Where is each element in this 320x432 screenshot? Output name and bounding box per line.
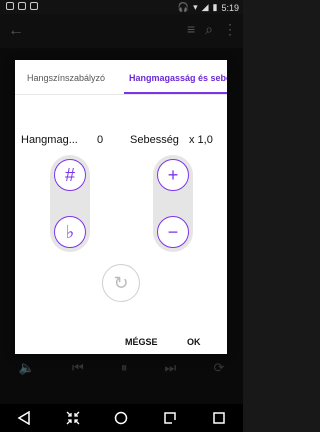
navigation-bar: [0, 404, 243, 432]
status-bar: 🎧 ▾ ◢ ▮ 5:19: [0, 0, 243, 14]
pitch-down-button[interactable]: ♭: [54, 216, 86, 248]
minus-icon: −: [167, 221, 179, 242]
collapse-nav-button[interactable]: [64, 409, 82, 427]
home-circle-icon: [115, 411, 128, 425]
sharp-icon: #: [64, 164, 75, 185]
tab-indicator: [124, 92, 227, 94]
battery-icon: ▮: [212, 2, 218, 12]
cancel-button[interactable]: MÉGSE: [125, 337, 158, 347]
plus-icon: +: [167, 164, 179, 185]
flat-icon: ♭: [65, 221, 75, 242]
pitch-speed-dialog: Hangszínszabályzó Hangmagasság és sebess…: [15, 60, 227, 354]
capture-icon: [164, 412, 177, 424]
collapse-icon: [66, 411, 80, 425]
recents-nav-button[interactable]: [210, 409, 228, 427]
reset-button[interactable]: ↻: [102, 264, 140, 302]
notification-icon: [6, 2, 14, 10]
wifi-icon: ▾: [193, 2, 198, 12]
speed-up-button[interactable]: +: [157, 159, 189, 191]
ok-button[interactable]: OK: [187, 337, 201, 347]
pitch-up-button[interactable]: #: [54, 159, 86, 191]
capture-nav-button[interactable]: [161, 409, 179, 427]
status-time: 5:19: [221, 2, 239, 13]
back-nav-button[interactable]: [15, 409, 33, 427]
triangle-back-icon: [17, 411, 31, 425]
pitch-value: 0: [97, 134, 104, 146]
square-recents-icon: [212, 412, 225, 424]
pitch-label: Hangmag...: [21, 134, 78, 146]
tab-equalizer[interactable]: Hangszínszabályzó: [27, 73, 105, 83]
home-nav-button[interactable]: [112, 409, 130, 427]
reset-icon: ↻: [113, 272, 129, 293]
speed-label: Sebesség: [130, 134, 179, 146]
image-notification-icon: [18, 2, 26, 10]
headphones-icon: 🎧: [177, 2, 190, 12]
signal-icon: ◢: [201, 2, 209, 12]
speed-value: x 1,0: [189, 134, 213, 146]
app-notification-icon: [30, 2, 38, 10]
speed-down-button[interactable]: −: [157, 216, 189, 248]
pitch-control: # ♭: [50, 155, 90, 252]
dialog-tabs: Hangszínszabályzó Hangmagasság és sebess…: [15, 60, 227, 95]
tab-pitch-speed[interactable]: Hangmagasság és sebesség: [129, 73, 227, 83]
speed-control: + −: [153, 155, 193, 252]
